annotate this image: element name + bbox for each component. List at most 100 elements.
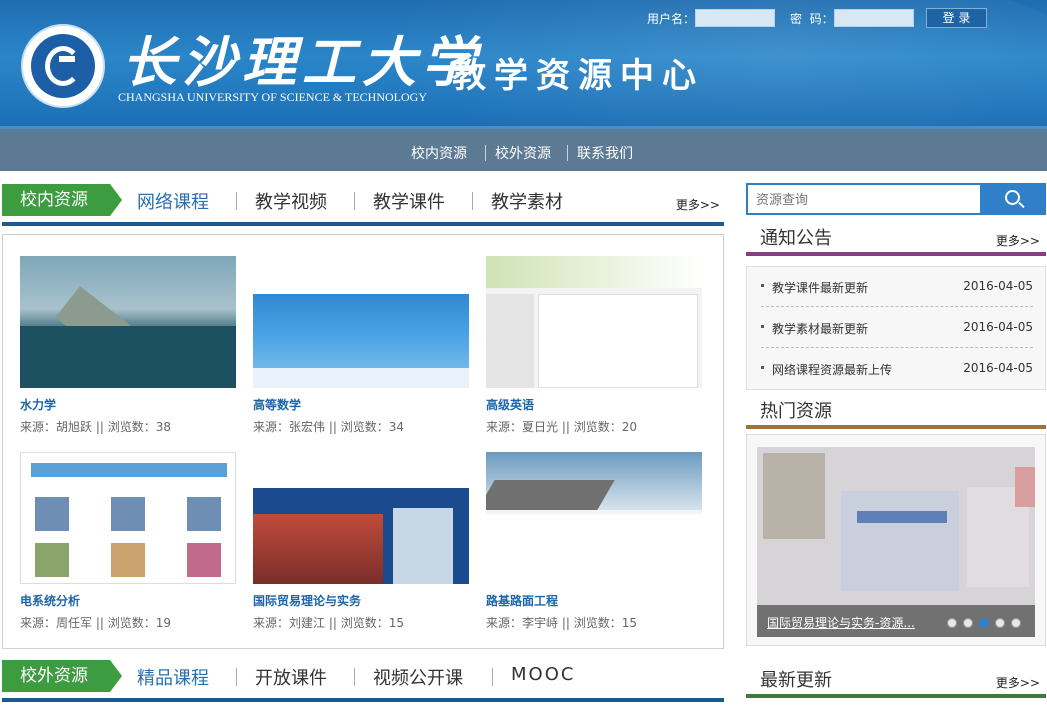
- nav-contact-us[interactable]: 联系我们: [577, 143, 633, 163]
- search-button[interactable]: [980, 183, 1046, 215]
- notice-date: 2016-04-05: [963, 279, 1033, 293]
- thumb-banner: [486, 256, 702, 288]
- diagram-node: [187, 543, 221, 577]
- tab-teaching-videos[interactable]: 教学视频: [255, 188, 327, 214]
- thumb-banner: [253, 256, 469, 294]
- slide-screen-title: [857, 511, 947, 523]
- carousel-slide[interactable]: 国际贸易理论与实务-资源...: [757, 447, 1035, 637]
- course-thumbnail[interactable]: [20, 452, 236, 584]
- course-meta: 来源：周任军 || 浏览数：19: [20, 616, 171, 630]
- course-title[interactable]: 高级英语: [486, 396, 534, 413]
- course-title[interactable]: 电系统分析: [20, 592, 80, 609]
- course-thumbnail[interactable]: [253, 256, 469, 388]
- bullet-icon: [761, 325, 764, 328]
- tab-divider: [354, 668, 355, 686]
- logo-emblem-icon: [45, 46, 81, 86]
- thumb-banner: [253, 452, 469, 488]
- external-resources-header: 校外资源 精品课程 开放课件 视频公开课 MOOC: [2, 658, 724, 702]
- notice-date: 2016-04-05: [963, 361, 1033, 375]
- diagram-node: [111, 543, 145, 577]
- thumb-road: [486, 480, 615, 510]
- latest-updates-header: 最新更新 更多>>: [746, 662, 1046, 698]
- nav-divider: [485, 145, 486, 161]
- diagram-node: [35, 497, 69, 531]
- course-title[interactable]: 水力学: [20, 396, 56, 413]
- university-name-cn: 长沙理工大学: [122, 30, 482, 94]
- password-input[interactable]: [834, 9, 914, 27]
- resource-search: [746, 183, 982, 215]
- latest-more-link[interactable]: 更多>>: [996, 674, 1040, 691]
- tab-mooc[interactable]: MOOC: [511, 664, 575, 685]
- latest-updates-title: 最新更新: [760, 670, 832, 691]
- page: 长沙理工大学 CHANGSHA UNIVERSITY OF SCIENCE & …: [0, 0, 1047, 706]
- bullet-icon: [761, 284, 764, 287]
- carousel-dot[interactable]: [947, 618, 957, 628]
- carousel-caption-link[interactable]: 国际贸易理论与实务-资源...: [767, 614, 915, 631]
- university-name-en: CHANGSHA UNIVERSITY OF SCIENCE & TECHNOL…: [118, 90, 428, 104]
- notice-text[interactable]: 网络课程资源最新上传: [772, 361, 892, 378]
- slide-screen: [841, 491, 959, 591]
- logo-emblem: [31, 34, 95, 98]
- diagram-row: [31, 463, 227, 477]
- thumb-sidebar: [486, 294, 534, 388]
- course-title[interactable]: 高等数学: [253, 396, 301, 413]
- nav-internal-resources[interactable]: 校内资源: [411, 143, 467, 163]
- tab-divider: [354, 192, 355, 210]
- course-meta: 来源：胡旭跃 || 浏览数：38: [20, 420, 171, 434]
- course-meta: 来源：夏日光 || 浏览数：20: [486, 420, 637, 434]
- notice-text[interactable]: 教学素材最新更新: [772, 320, 868, 337]
- notice-text[interactable]: 教学课件最新更新: [772, 279, 868, 296]
- hot-resources-header: 热门资源: [746, 393, 1046, 429]
- hot-resources-carousel: 国际贸易理论与实务-资源...: [746, 434, 1046, 646]
- course-thumbnail[interactable]: [253, 452, 469, 584]
- tab-divider: [236, 668, 237, 686]
- tab-quality-courses[interactable]: 精品课程: [137, 664, 209, 690]
- course-thumbnail[interactable]: [486, 256, 702, 388]
- notices-header: 通知公告 更多>>: [746, 220, 1046, 256]
- notices-title: 通知公告: [760, 228, 832, 249]
- notice-date: 2016-04-05: [963, 320, 1033, 334]
- course-thumbnail[interactable]: [20, 256, 236, 388]
- slide-accent: [1015, 467, 1035, 507]
- nav-external-resources[interactable]: 校外资源: [495, 143, 551, 163]
- main-nav: 校内资源 校外资源 联系我们: [0, 126, 1047, 171]
- tab-teaching-materials[interactable]: 教学素材: [491, 188, 563, 214]
- tab-online-courses[interactable]: 网络课程: [137, 188, 209, 214]
- course-title[interactable]: 路基路面工程: [486, 592, 558, 609]
- tab-teaching-slides[interactable]: 教学课件: [373, 188, 445, 214]
- notice-item[interactable]: 网络课程资源最新上传 2016-04-05: [761, 349, 1033, 389]
- thumb-footer: [253, 368, 469, 388]
- password-label: 密 码：: [790, 12, 834, 26]
- course-meta: 来源：刘建江 || 浏览数：15: [253, 616, 404, 630]
- carousel-dot[interactable]: [979, 618, 989, 628]
- thumb-tiles: [486, 514, 702, 584]
- notice-item[interactable]: 教学课件最新更新 2016-04-05: [761, 267, 1033, 307]
- tab-video-open-courses[interactable]: 视频公开课: [373, 664, 463, 690]
- carousel-caption: 国际贸易理论与实务-资源...: [757, 605, 1035, 637]
- diagram-node: [187, 497, 221, 531]
- course-meta: 来源：张宏伟 || 浏览数：34: [253, 420, 404, 434]
- thumb-ship: [253, 514, 383, 584]
- course-thumbnail[interactable]: [486, 452, 702, 584]
- notice-item[interactable]: 教学素材最新更新 2016-04-05: [761, 308, 1033, 348]
- bullet-icon: [761, 366, 764, 369]
- thumb-document: [538, 294, 698, 388]
- course-title[interactable]: 国际贸易理论与实务: [253, 592, 361, 609]
- hot-resources-title: 热门资源: [760, 401, 832, 422]
- nav-divider: [567, 145, 568, 161]
- carousel-dot[interactable]: [1011, 618, 1021, 628]
- login-button[interactable]: 登 录: [926, 8, 987, 28]
- notices-list: 教学课件最新更新 2016-04-05 教学素材最新更新 2016-04-05 …: [746, 266, 1046, 390]
- search-input[interactable]: [756, 191, 966, 209]
- username-input[interactable]: [695, 9, 775, 27]
- tab-open-courseware[interactable]: 开放课件: [255, 664, 327, 690]
- site-title: 教学资源中心: [452, 56, 704, 96]
- internal-resources-header: 校内资源 网络课程 教学视频 教学课件 教学素材 更多>>: [2, 182, 724, 226]
- carousel-dot[interactable]: [995, 618, 1005, 628]
- carousel-dot[interactable]: [963, 618, 973, 628]
- university-logo[interactable]: [21, 24, 105, 108]
- internal-more-link[interactable]: 更多>>: [676, 196, 720, 213]
- tab-divider: [472, 192, 473, 210]
- notices-more-link[interactable]: 更多>>: [996, 232, 1040, 249]
- diagram-node: [111, 497, 145, 531]
